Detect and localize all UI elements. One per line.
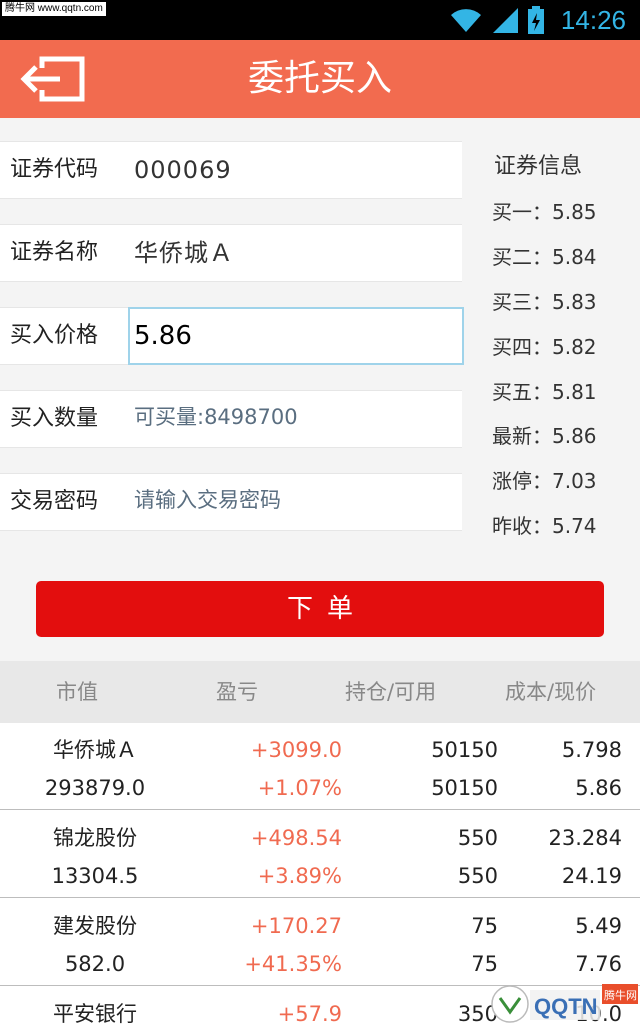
qqtn-logo: QQTN 腾牛网: [491, 984, 638, 1023]
trade-password-row: 交易密码 请输入交易密码: [0, 473, 462, 531]
stock-code-label: 证券代码: [10, 157, 99, 182]
stock-name: 锦龙股份: [53, 826, 137, 850]
stock-name-value: 华侨城Ａ: [134, 239, 234, 267]
clock: 14:26: [560, 4, 626, 35]
wifi-icon: [450, 9, 481, 32]
stock-name-label: 证券名称: [10, 240, 99, 265]
watermark: 腾牛网 www.qqtn.com: [2, 2, 106, 16]
stock-name: 华侨城Ａ: [53, 738, 137, 762]
info-bid4: 买四：5.82: [492, 335, 597, 359]
current-price: 7.76: [575, 952, 622, 976]
profit-pct: +3.89%: [257, 864, 342, 888]
buy-quantity-input[interactable]: 可买量:8498700: [134, 391, 298, 443]
buy-quantity-label: 买入数量: [10, 406, 99, 431]
buy-price-input[interactable]: 5.86: [128, 307, 464, 365]
status-bar: 腾牛网 www.qqtn.com 14:26: [0, 0, 640, 40]
col-cost-price: 成本/现价: [505, 680, 597, 704]
stock-code-value[interactable]: 000069: [134, 142, 232, 198]
trade-password-input[interactable]: 请输入交易密码: [134, 474, 281, 526]
table-row[interactable]: 锦龙股份 13304.5 +498.54 +3.89% 550 550 23.2…: [0, 811, 640, 898]
buy-quantity-row: 买入数量 可买量:8498700: [0, 390, 462, 448]
cost: 5.49: [575, 914, 622, 938]
current-price: 24.19: [561, 864, 622, 888]
position: 550: [457, 826, 498, 850]
holdings-table-header: 市值 盈亏 持仓/可用 成本/现价: [0, 661, 640, 723]
market-value: 293879.0: [44, 776, 146, 800]
available: 550: [457, 864, 498, 888]
market-value: 13304.5: [51, 864, 139, 888]
position: 75: [471, 914, 498, 938]
trade-password-label: 交易密码: [10, 489, 99, 514]
col-market-value: 市值: [56, 680, 98, 704]
profit: +3099.0: [250, 738, 342, 762]
market-value: 582.0: [64, 952, 126, 976]
info-limit-up: 涨停：7.03: [492, 469, 597, 493]
col-position: 持仓/可用: [345, 680, 437, 704]
current-price: 5.86: [575, 776, 622, 800]
back-button[interactable]: [16, 52, 88, 108]
stock-name-row: 证券名称 华侨城Ａ: [0, 224, 462, 282]
stock-code-row[interactable]: 证券代码 000069: [0, 141, 462, 199]
col-profit: 盈亏: [216, 680, 258, 704]
cost: 5.798: [561, 738, 622, 762]
profit: +57.9: [277, 1002, 342, 1024]
info-prev-close: 昨收：5.74: [492, 514, 597, 538]
table-row[interactable]: 建发股份 582.0 +170.27 +41.35% 75 75 5.49 7.…: [0, 899, 640, 986]
profit-pct: +41.35%: [244, 952, 342, 976]
info-bid3: 买三：5.83: [492, 290, 597, 314]
cost: 23.284: [548, 826, 622, 850]
holdings-table: 华侨城Ａ 293879.0 +3099.0 +1.07% 50150 50150…: [0, 723, 640, 1024]
available: 50150: [431, 776, 498, 800]
stock-name: 建发股份: [53, 914, 137, 938]
battery-charging-icon: [527, 6, 544, 34]
svg-text:腾牛网: 腾牛网: [604, 988, 637, 1002]
position: 50150: [431, 738, 498, 762]
svg-text:QQTN: QQTN: [534, 994, 598, 1019]
exit-icon: [20, 56, 85, 102]
available: 75: [471, 952, 498, 976]
signal-icon: [492, 8, 518, 33]
profit: +498.54: [250, 826, 342, 850]
stock-name: 平安银行: [53, 1002, 137, 1024]
profit: +170.27: [250, 914, 342, 938]
stock-info-title: 证券信息: [494, 154, 583, 179]
profit-pct: +1.07%: [257, 776, 342, 800]
place-order-button[interactable]: 下单: [36, 581, 604, 637]
table-row[interactable]: 华侨城Ａ 293879.0 +3099.0 +1.07% 50150 50150…: [0, 723, 640, 810]
title-bar: 委托买入: [0, 40, 640, 118]
status-icons: 14:26: [449, 4, 626, 36]
info-latest: 最新：5.86: [492, 424, 597, 448]
page-title: 委托买入: [247, 58, 392, 99]
info-bid1: 买一：5.85: [492, 200, 597, 224]
buy-price-label: 买入价格: [10, 323, 99, 348]
info-bid2: 买二：5.84: [492, 245, 597, 269]
info-bid5: 买五：5.81: [492, 380, 597, 404]
